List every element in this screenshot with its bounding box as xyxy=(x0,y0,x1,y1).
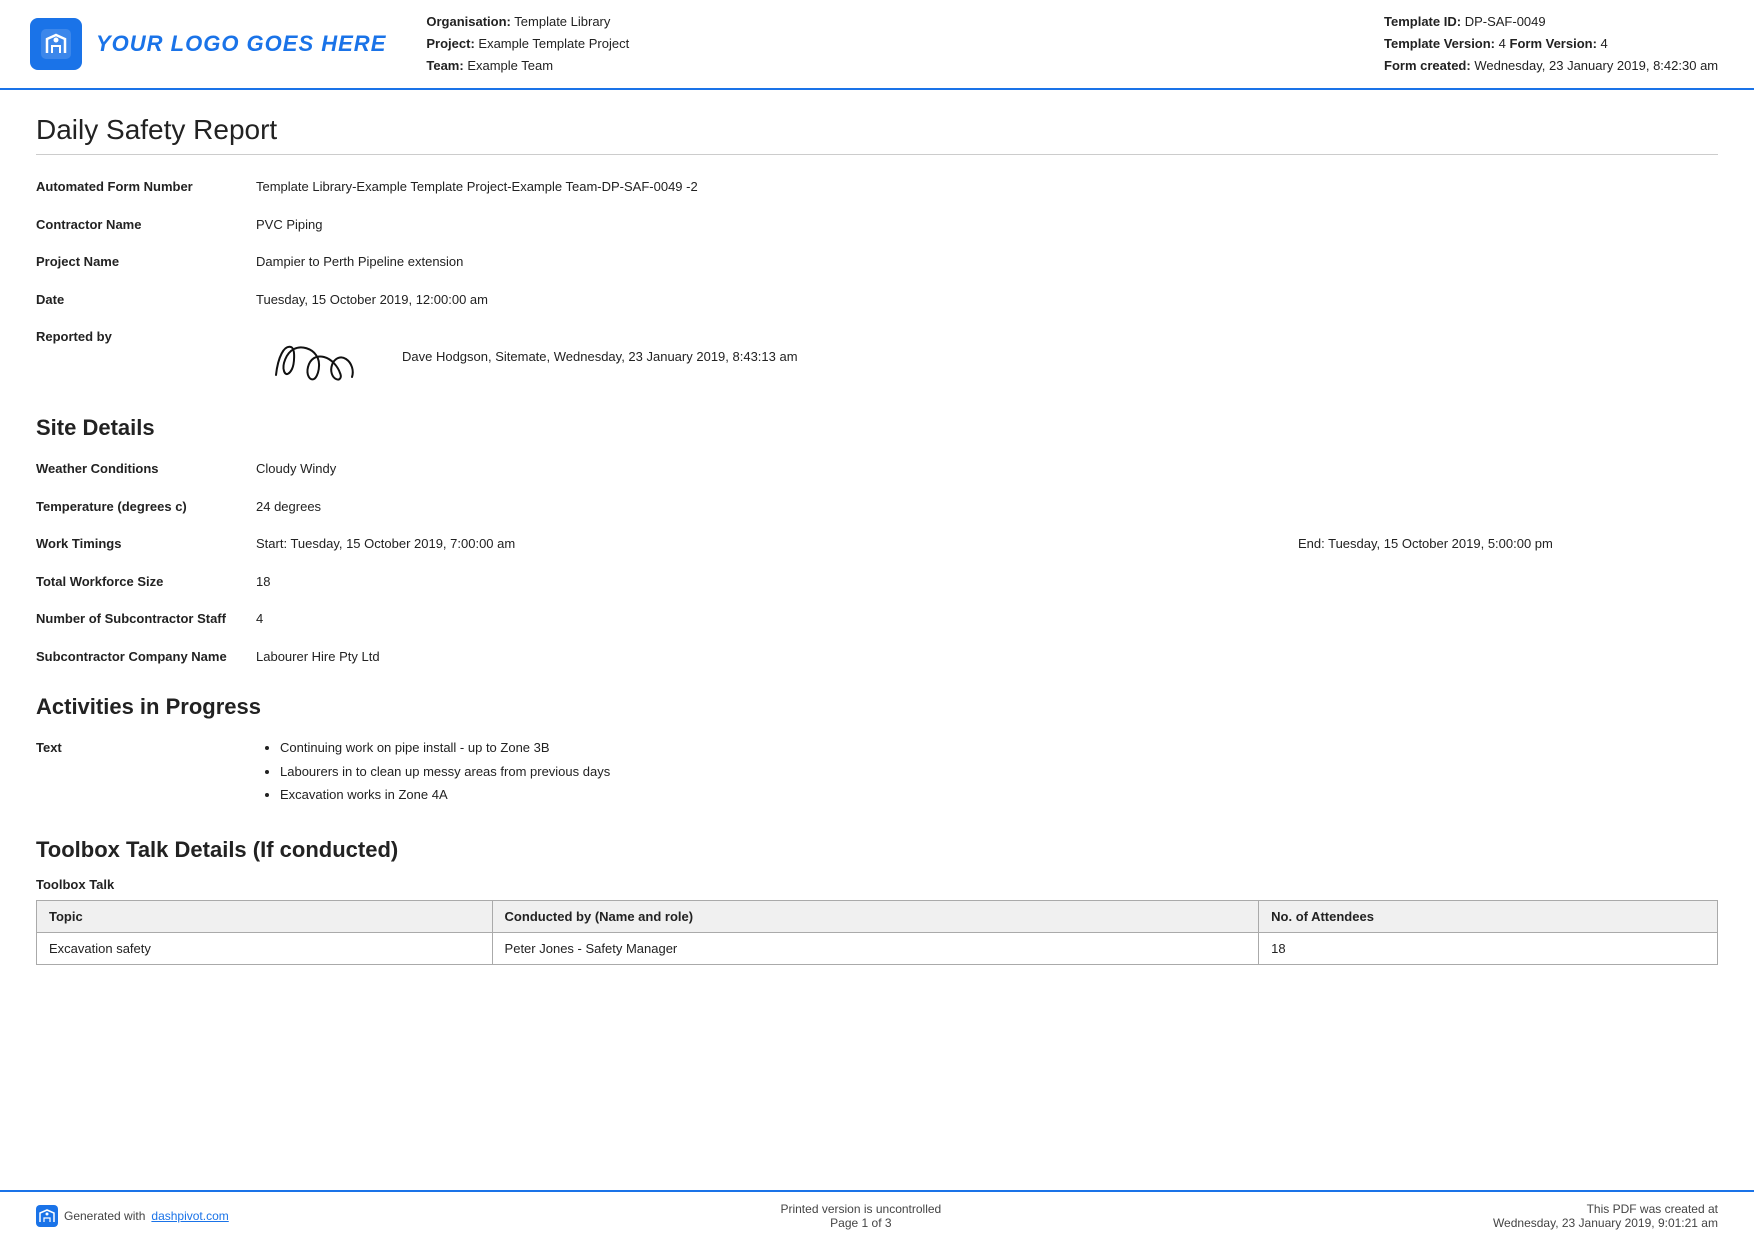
toolbox-col-header: Conducted by (Name and role) xyxy=(492,900,1259,932)
work-timings-values: Start: Tuesday, 15 October 2019, 7:00:00… xyxy=(256,534,1718,554)
signature-image xyxy=(256,327,386,387)
work-timings-label: Work Timings xyxy=(36,534,256,554)
org-row: Organisation: Template Library xyxy=(426,11,1384,33)
activity-item: Excavation works in Zone 4A xyxy=(280,785,1718,805)
subcontractor-staff-value: 4 xyxy=(256,609,1718,629)
team-value: Example Team xyxy=(467,58,553,73)
team-label: Team: xyxy=(426,58,463,73)
page-title: Daily Safety Report xyxy=(36,114,1718,155)
activities-list: Continuing work on pipe install - up to … xyxy=(280,738,1718,805)
reported-by-value: Dave Hodgson, Sitemate, Wednesday, 23 Ja… xyxy=(256,327,1718,387)
contractor-label: Contractor Name xyxy=(36,215,256,235)
project-name-value: Dampier to Perth Pipeline extension xyxy=(256,252,1718,272)
subcontractor-staff-label: Number of Subcontractor Staff xyxy=(36,609,256,629)
page-footer: Generated with dashpivot.com Printed ver… xyxy=(0,1190,1754,1240)
work-timings-start: Start: Tuesday, 15 October 2019, 7:00:00… xyxy=(256,534,1298,554)
temperature-value: 24 degrees xyxy=(256,497,1718,517)
automated-form-row: Automated Form Number Template Library-E… xyxy=(36,173,1718,201)
site-details-heading: Site Details xyxy=(36,415,1718,441)
logo-section: YOUR LOGO GOES HERE xyxy=(30,10,386,78)
temperature-row: Temperature (degrees c) 24 degrees xyxy=(36,493,1718,521)
date-row: Date Tuesday, 15 October 2019, 12:00:00 … xyxy=(36,286,1718,314)
subcontractor-company-value: Labourer Hire Pty Ltd xyxy=(256,647,1718,667)
subcontractor-staff-row: Number of Subcontractor Staff 4 xyxy=(36,605,1718,633)
footer-left: Generated with dashpivot.com xyxy=(36,1205,229,1227)
toolbox-table: TopicConducted by (Name and role)No. of … xyxy=(36,900,1718,965)
toolbox-section-label: Toolbox Talk xyxy=(36,877,1718,892)
logo-icon xyxy=(30,18,82,70)
date-label: Date xyxy=(36,290,256,310)
org-value: Template Library xyxy=(514,14,610,29)
work-timings-row: Work Timings Start: Tuesday, 15 October … xyxy=(36,530,1718,558)
toolbox-col-header: No. of Attendees xyxy=(1259,900,1718,932)
work-timings-end: End: Tuesday, 15 October 2019, 5:00:00 p… xyxy=(1298,534,1718,554)
header-center: Organisation: Template Library Project: … xyxy=(426,10,1384,78)
footer-logo-icon xyxy=(36,1205,58,1227)
activities-text-row: Text Continuing work on pipe install - u… xyxy=(36,734,1718,813)
toolbox-cell: Peter Jones - Safety Manager xyxy=(492,932,1259,964)
logo-text: YOUR LOGO GOES HERE xyxy=(96,31,386,57)
toolbox-cell: Excavation safety xyxy=(37,932,493,964)
project-label: Project: xyxy=(426,36,474,51)
org-label: Organisation: xyxy=(426,14,511,29)
date-value: Tuesday, 15 October 2019, 12:00:00 am xyxy=(256,290,1718,310)
footer-pdf-date: Wednesday, 23 January 2019, 9:01:21 am xyxy=(1493,1216,1718,1230)
toolbox-cell: 18 xyxy=(1259,932,1718,964)
project-value: Example Template Project xyxy=(478,36,629,51)
subcontractor-company-row: Subcontractor Company Name Labourer Hire… xyxy=(36,643,1718,671)
toolbox-table-head: TopicConducted by (Name and role)No. of … xyxy=(37,900,1718,932)
toolbox-row: Excavation safetyPeter Jones - Safety Ma… xyxy=(37,932,1718,964)
template-id-row: Template ID: DP-SAF-0049 xyxy=(1384,11,1724,33)
project-name-row: Project Name Dampier to Perth Pipeline e… xyxy=(36,248,1718,276)
workforce-row: Total Workforce Size 18 xyxy=(36,568,1718,596)
project-row: Project: Example Template Project xyxy=(426,33,1384,55)
toolbox-heading: Toolbox Talk Details (If conducted) xyxy=(36,837,1718,863)
toolbox-header-row: TopicConducted by (Name and role)No. of … xyxy=(37,900,1718,932)
weather-row: Weather Conditions Cloudy Windy xyxy=(36,455,1718,483)
footer-uncontrolled: Printed version is uncontrolled xyxy=(780,1202,941,1216)
footer-center: Printed version is uncontrolled Page 1 o… xyxy=(780,1202,941,1230)
reported-by-text: Dave Hodgson, Sitemate, Wednesday, 23 Ja… xyxy=(402,347,798,367)
form-version-label: Form Version: xyxy=(1510,36,1597,51)
footer-link[interactable]: dashpivot.com xyxy=(151,1209,228,1223)
footer-right: This PDF was created at Wednesday, 23 Ja… xyxy=(1493,1202,1718,1230)
form-created-row: Form created: Wednesday, 23 January 2019… xyxy=(1384,55,1724,77)
version-row: Template Version: 4 Form Version: 4 xyxy=(1384,33,1724,55)
form-created-label: Form created: xyxy=(1384,58,1471,73)
automated-form-label: Automated Form Number xyxy=(36,177,256,197)
activity-item: Continuing work on pipe install - up to … xyxy=(280,738,1718,758)
header-right: Template ID: DP-SAF-0049 Template Versio… xyxy=(1384,10,1724,78)
page-header: YOUR LOGO GOES HERE Organisation: Templa… xyxy=(0,0,1754,90)
form-created-value: Wednesday, 23 January 2019, 8:42:30 am xyxy=(1474,58,1718,73)
weather-value: Cloudy Windy xyxy=(256,459,1718,479)
weather-label: Weather Conditions xyxy=(36,459,256,479)
reported-by-label: Reported by xyxy=(36,327,256,347)
subcontractor-company-label: Subcontractor Company Name xyxy=(36,647,256,667)
team-row: Team: Example Team xyxy=(426,55,1384,77)
template-version-label: Template Version: xyxy=(1384,36,1495,51)
template-id-value: DP-SAF-0049 xyxy=(1465,14,1546,29)
reported-by-row: Reported by Dave Hodgson, Sitemate, Wedn… xyxy=(36,323,1718,391)
toolbox-table-body: Excavation safetyPeter Jones - Safety Ma… xyxy=(37,932,1718,964)
activities-heading: Activities in Progress xyxy=(36,694,1718,720)
workforce-value: 18 xyxy=(256,572,1718,592)
activity-item: Labourers in to clean up messy areas fro… xyxy=(280,762,1718,782)
automated-form-value: Template Library-Example Template Projec… xyxy=(256,177,1718,197)
footer-pdf-created: This PDF was created at xyxy=(1493,1202,1718,1216)
activities-list-container: Continuing work on pipe install - up to … xyxy=(256,738,1718,809)
contractor-value: PVC Piping xyxy=(256,215,1718,235)
workforce-label: Total Workforce Size xyxy=(36,572,256,592)
project-name-label: Project Name xyxy=(36,252,256,272)
form-version-value: 4 xyxy=(1601,36,1608,51)
main-content: Daily Safety Report Automated Form Numbe… xyxy=(0,90,1754,995)
template-id-label: Template ID: xyxy=(1384,14,1461,29)
footer-page: Page 1 of 3 xyxy=(780,1216,941,1230)
contractor-row: Contractor Name PVC Piping xyxy=(36,211,1718,239)
footer-generated-text: Generated with xyxy=(64,1209,145,1223)
toolbox-col-header: Topic xyxy=(37,900,493,932)
temperature-label: Temperature (degrees c) xyxy=(36,497,256,517)
template-version-value: 4 xyxy=(1499,36,1506,51)
activities-text-label: Text xyxy=(36,738,256,758)
